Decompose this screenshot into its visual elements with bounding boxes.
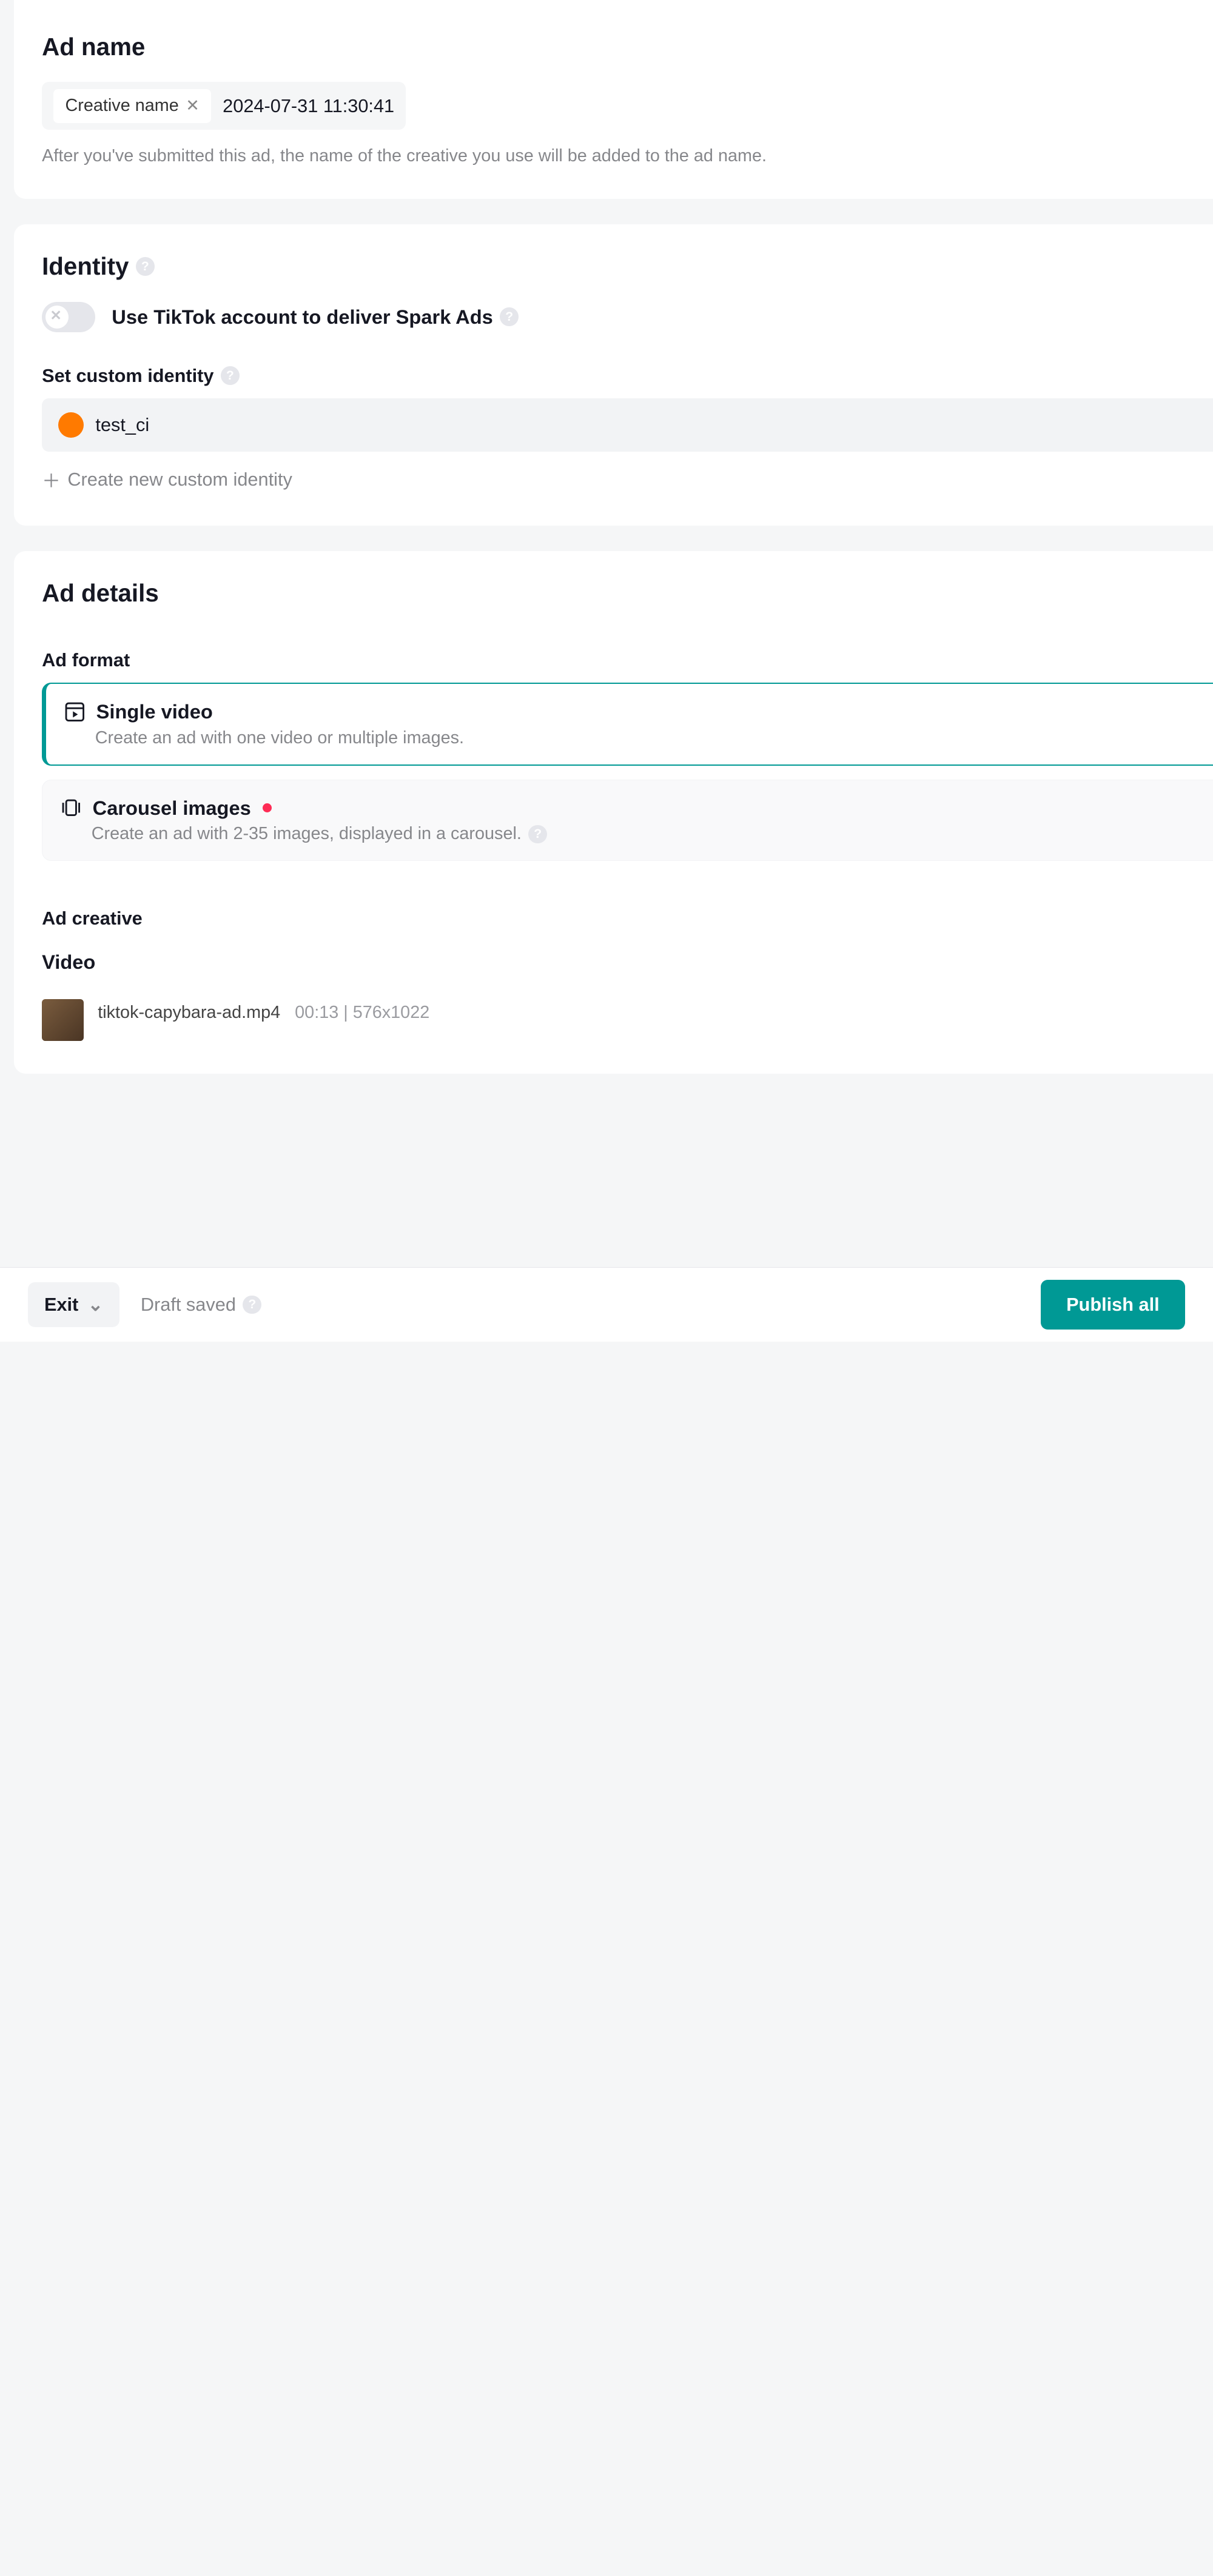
help-icon[interactable]: ? xyxy=(136,257,155,276)
ad-name-card: Ad name Creative name ✕ 2024-07-31 11:30… xyxy=(14,0,1213,199)
create-custom-identity-link[interactable]: ＋ Create new custom identity xyxy=(42,466,1213,493)
ad-name-input-row[interactable]: Creative name ✕ 2024-07-31 11:30:41 xyxy=(42,82,406,130)
format-single-video[interactable]: Single video Create an ad with one video… xyxy=(42,683,1213,765)
ad-creative-label: Ad creative xyxy=(42,908,1213,929)
exit-button-label: Exit xyxy=(44,1294,78,1316)
video-thumbnail[interactable] xyxy=(42,999,84,1041)
format-carousel-images[interactable]: Carousel images Create an ad with 2-35 i… xyxy=(42,780,1213,861)
ad-details-heading: Ad details xyxy=(42,579,1213,607)
help-icon[interactable]: ? xyxy=(528,825,547,844)
video-file-name: tiktok-capybara-ad.mp4 xyxy=(98,1003,280,1022)
plus-icon: ＋ xyxy=(42,466,61,493)
identity-heading-text: Identity xyxy=(42,252,129,281)
creative-name-chip[interactable]: Creative name ✕ xyxy=(53,89,211,123)
bottom-bar: Exit ⌄ Draft saved ? Publish all xyxy=(0,1267,1213,1342)
spark-ads-toggle-label: Use TikTok account to deliver Spark Ads … xyxy=(112,306,519,329)
publish-all-button[interactable]: Publish all xyxy=(1041,1280,1185,1330)
format-single-desc: Create an ad with one video or multiple … xyxy=(65,728,1213,748)
help-icon[interactable]: ? xyxy=(221,366,240,385)
create-custom-identity-label: Create new custom identity xyxy=(67,469,292,490)
video-file-meta: 00:13 | 576x1022 xyxy=(295,1003,429,1022)
help-icon[interactable]: ? xyxy=(243,1296,261,1314)
custom-identity-select[interactable]: test_ci ⌄ xyxy=(42,398,1213,452)
video-icon xyxy=(65,702,85,722)
exit-button[interactable]: Exit ⌄ xyxy=(28,1282,119,1327)
chevron-down-icon: ⌄ xyxy=(88,1294,104,1316)
video-subheading: Video xyxy=(42,951,95,974)
ad-name-heading: Ad name xyxy=(42,33,1213,61)
identity-heading: Identity ? xyxy=(42,252,1213,281)
help-icon[interactable]: ? xyxy=(500,307,519,326)
ad-name-hint: After you've submitted this ad, the name… xyxy=(42,146,1213,166)
ad-format-label: Ad format xyxy=(42,649,1213,671)
draft-status-label: Draft saved xyxy=(141,1294,236,1316)
new-badge-icon xyxy=(263,803,272,812)
identity-avatar-icon xyxy=(58,412,84,438)
ad-details-card: Ad details Ad format Single video Create… xyxy=(14,551,1213,1074)
set-custom-identity-label: Set custom identity ? xyxy=(42,365,1213,387)
spark-ads-toggle[interactable]: ✕ xyxy=(42,302,95,332)
selected-identity-value: test_ci xyxy=(95,414,149,436)
identity-card: Identity ? ✕ Use TikTok account to deliv… xyxy=(14,224,1213,526)
draft-status: Draft saved ? xyxy=(141,1294,261,1316)
carousel-icon xyxy=(61,798,81,818)
remove-chip-icon[interactable]: ✕ xyxy=(186,96,200,115)
ad-name-timestamp: 2024-07-31 11:30:41 xyxy=(223,95,394,117)
format-carousel-title: Carousel images xyxy=(93,797,251,820)
format-single-title: Single video xyxy=(96,700,213,723)
format-carousel-desc: Create an ad with 2-35 images, displayed… xyxy=(92,824,522,844)
creative-name-chip-label: Creative name xyxy=(65,96,178,116)
